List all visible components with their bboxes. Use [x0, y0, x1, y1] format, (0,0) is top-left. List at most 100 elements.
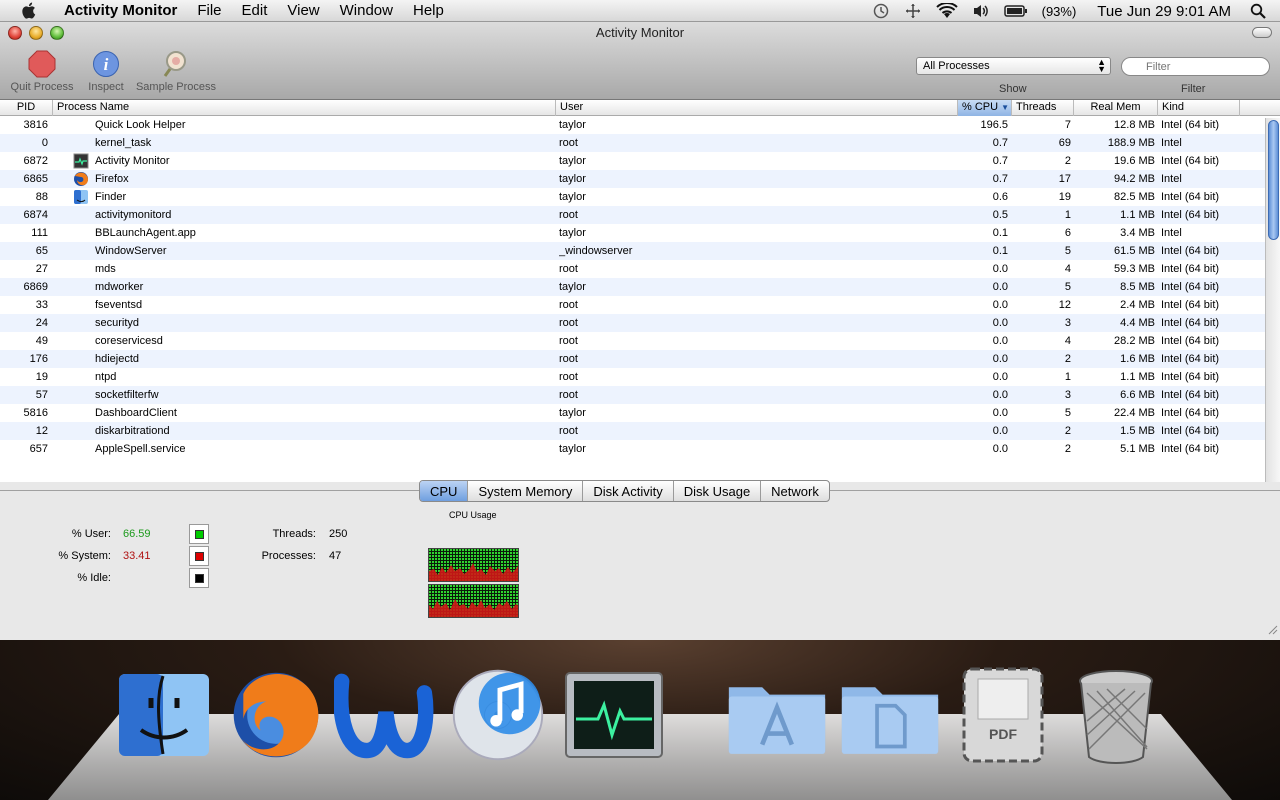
- dock-itunes-icon[interactable]: [448, 660, 548, 770]
- cell-threads: 2: [1064, 425, 1071, 437]
- show-processes-select[interactable]: All Processes ▲ ▼: [916, 57, 1111, 75]
- cell-kind: Intel: [1161, 173, 1182, 185]
- filter-input[interactable]: [1121, 57, 1270, 76]
- menu-file[interactable]: File: [187, 2, 231, 19]
- clock[interactable]: Tue Jun 29 9:01 AM: [1083, 3, 1243, 20]
- column-header-pid[interactable]: PID: [0, 100, 53, 116]
- cell-kind: Intel (64 bit): [1161, 119, 1220, 131]
- column-header-user[interactable]: User: [556, 100, 958, 116]
- time-machine-icon[interactable]: [865, 2, 897, 20]
- idle-color-swatch[interactable]: [189, 568, 209, 588]
- dock-activity-monitor-icon[interactable]: [564, 660, 664, 770]
- spaces-icon[interactable]: [897, 2, 929, 20]
- table-scrollbar[interactable]: [1265, 118, 1280, 482]
- cell-user: taylor: [559, 173, 586, 185]
- tab-network[interactable]: Network: [761, 481, 829, 501]
- tab-system-memory[interactable]: System Memory: [468, 481, 584, 501]
- table-row[interactable]: 19 ntpd root 0.0 1 1.1 MB Intel (64 bit): [0, 368, 1280, 386]
- cell-user: taylor: [559, 155, 586, 167]
- dock: PDF: [0, 640, 1280, 800]
- table-row[interactable]: 33 fseventsd root 0.0 12 2.4 MB Intel (6…: [0, 296, 1280, 314]
- dock-pdf-icon[interactable]: PDF: [953, 660, 1053, 770]
- table-row[interactable]: 5816 DashboardClient taylor 0.0 5 22.4 M…: [0, 404, 1280, 422]
- table-row[interactable]: 111 BBLaunchAgent.app taylor 0.1 6 3.4 M…: [0, 224, 1280, 242]
- menu-window[interactable]: Window: [330, 2, 403, 19]
- menu-help[interactable]: Help: [403, 2, 454, 19]
- monitor-tabs: CPU System Memory Disk Activity Disk Usa…: [419, 480, 830, 502]
- activity-monitor-icon: [73, 153, 89, 169]
- menu-view[interactable]: View: [277, 2, 329, 19]
- tab-cpu[interactable]: CPU: [420, 481, 469, 501]
- spotlight-icon[interactable]: [1243, 3, 1280, 19]
- table-row[interactable]: 27 mds root 0.0 4 59.3 MB Intel (64 bit): [0, 260, 1280, 278]
- dock-trash-icon[interactable]: [1066, 660, 1166, 770]
- cell-user: _windowserver: [559, 245, 633, 257]
- cell-pid: 19: [35, 371, 48, 383]
- apple-menu-icon[interactable]: [16, 2, 40, 19]
- cell-kind: Intel (64 bit): [1161, 281, 1220, 293]
- table-row[interactable]: 6869 mdworker taylor 0.0 5 8.5 MB Intel …: [0, 278, 1280, 296]
- quit-process-button[interactable]: Quit Process: [8, 49, 76, 93]
- table-row[interactable]: 176 hdiejectd root 0.0 2 1.6 MB Intel (6…: [0, 350, 1280, 368]
- wifi-icon[interactable]: [929, 3, 965, 19]
- toolbar-toggle-button[interactable]: [1252, 27, 1272, 38]
- table-row[interactable]: 12 diskarbitrationd root 0.0 2 1.5 MB In…: [0, 422, 1280, 440]
- tab-disk-usage[interactable]: Disk Usage: [674, 481, 762, 501]
- system-percent-value: 33.41: [123, 550, 151, 562]
- table-row[interactable]: 88 Finder taylor 0.6 19 82.5 MB Intel (6…: [0, 188, 1280, 206]
- menu-app-name[interactable]: Activity Monitor: [54, 2, 187, 19]
- volume-icon[interactable]: [965, 3, 997, 19]
- show-label: Show: [999, 83, 1027, 95]
- column-header-threads[interactable]: Threads: [1012, 100, 1074, 116]
- table-row[interactable]: 657 AppleSpell.service taylor 0.0 2 5.1 …: [0, 440, 1280, 458]
- menu-edit[interactable]: Edit: [232, 2, 278, 19]
- cell-real-mem: 59.3 MB: [1114, 263, 1155, 275]
- scrollbar-thumb[interactable]: [1268, 120, 1279, 240]
- dock-applications-folder-icon[interactable]: [727, 660, 827, 770]
- column-header-real-mem[interactable]: Real Mem: [1074, 100, 1158, 116]
- table-row[interactable]: 6865 Firefox taylor 0.7 17 94.2 MB Intel: [0, 170, 1280, 188]
- table-row[interactable]: 49 coreservicesd root 0.0 4 28.2 MB Inte…: [0, 332, 1280, 350]
- idle-color-fill: [195, 574, 204, 583]
- system-color-swatch[interactable]: [189, 546, 209, 566]
- window-toolbar: Activity Monitor Quit Process i Inspect …: [0, 22, 1280, 100]
- processes-label: Processes:: [261, 550, 316, 562]
- tab-disk-activity[interactable]: Disk Activity: [583, 481, 674, 501]
- cell-cpu: 0.0: [992, 263, 1008, 275]
- select-arrows-icon: ▲ ▼: [1097, 57, 1106, 74]
- table-row[interactable]: 0 kernel_task root 0.7 69 188.9 MB Intel: [0, 134, 1280, 152]
- dock-finder-icon[interactable]: [114, 660, 214, 770]
- cell-user: taylor: [559, 227, 586, 239]
- cell-threads: 5: [1064, 281, 1071, 293]
- resize-grip-icon[interactable]: [1268, 624, 1278, 638]
- battery-icon[interactable]: [997, 4, 1035, 18]
- dock-firefox-icon[interactable]: [226, 660, 326, 770]
- user-color-swatch[interactable]: [189, 524, 209, 544]
- table-row[interactable]: 57 socketfilterfw root 0.0 3 6.6 MB Inte…: [0, 386, 1280, 404]
- user-color-fill: [195, 530, 204, 539]
- svg-text:i: i: [104, 55, 109, 74]
- cell-real-mem: 19.6 MB: [1114, 155, 1155, 167]
- cell-threads: 4: [1064, 335, 1071, 347]
- cell-pid: 6874: [23, 209, 48, 221]
- cell-real-mem: 188.9 MB: [1107, 137, 1155, 149]
- battery-percent[interactable]: (93%): [1035, 4, 1084, 19]
- processes-value: 47: [329, 550, 342, 562]
- column-header-process-name[interactable]: Process Name: [53, 100, 556, 116]
- cell-kind: Intel (64 bit): [1161, 335, 1220, 347]
- dock-documents-folder-icon[interactable]: [840, 660, 940, 770]
- cpu-usage-graph-core-1: [428, 548, 519, 582]
- table-row[interactable]: 6874 activitymonitord root 0.5 1 1.1 MB …: [0, 206, 1280, 224]
- inspect-button[interactable]: i Inspect: [84, 49, 128, 93]
- cell-real-mem: 1.5 MB: [1120, 425, 1155, 437]
- dock-word-icon[interactable]: [334, 660, 434, 770]
- table-row[interactable]: 3816 Quick Look Helper taylor 196.5 7 12…: [0, 116, 1280, 134]
- table-row[interactable]: 65 WindowServer _windowserver 0.1 5 61.5…: [0, 242, 1280, 260]
- column-header-kind[interactable]: Kind: [1158, 100, 1240, 116]
- info-icon: i: [91, 49, 121, 79]
- column-header-cpu[interactable]: % CPU ▼: [958, 100, 1012, 116]
- table-row[interactable]: 24 securityd root 0.0 3 4.4 MB Intel (64…: [0, 314, 1280, 332]
- table-row[interactable]: 6872 Activity Monitor taylor 0.7 2 19.6 …: [0, 152, 1280, 170]
- cell-user: root: [559, 389, 578, 401]
- sample-process-button[interactable]: Sample Process: [134, 49, 218, 93]
